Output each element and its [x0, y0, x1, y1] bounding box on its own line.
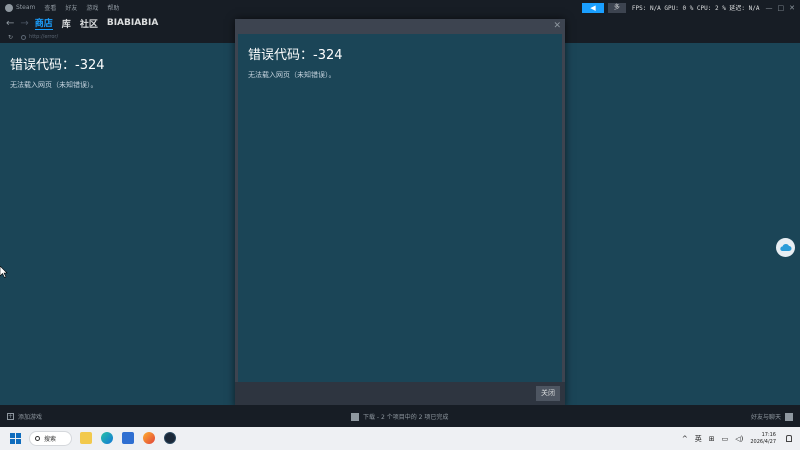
performance-overlay: FPS: N/A GPU: 0 % CPU: 2 % 延迟: N/A: [631, 5, 760, 12]
chat-icon: [785, 412, 793, 421]
add-game-label: 添加游戏: [18, 414, 43, 421]
menu-help[interactable]: 帮助: [107, 3, 119, 12]
dialog-error-title: 错误代码：-324: [248, 48, 343, 63]
dialog-content: 错误代码：-324 无法载入网页（未知错误）。: [238, 34, 562, 382]
firefox-icon[interactable]: [143, 432, 155, 444]
download-status-button[interactable]: 下载 - 2 个项目中的 2 项已完成: [351, 412, 448, 421]
minimize-button[interactable]: —: [766, 4, 773, 12]
steam-icon[interactable]: [164, 432, 176, 444]
show-hidden-icons-icon[interactable]: ^: [682, 435, 688, 443]
maximize-button[interactable]: □: [778, 4, 785, 12]
page-error: 错误代码：-324 无法载入网页（未知错误）。: [10, 54, 105, 90]
page-error-message: 无法载入网页（未知错误）。: [10, 81, 98, 89]
friends-status-button[interactable]: 多: [607, 2, 626, 13]
dialog-error-message: 无法载入网页（未知错误）。: [248, 71, 336, 79]
edge-icon[interactable]: [101, 432, 113, 444]
clock-time: 17:16: [761, 431, 776, 438]
windows-start-icon[interactable]: [10, 433, 21, 444]
menu-view[interactable]: 查看: [44, 3, 56, 12]
download-icon: [351, 412, 359, 421]
menu-games[interactable]: 游戏: [86, 3, 98, 12]
close-window-button[interactable]: ✕: [789, 4, 795, 12]
download-status-label: 下载 - 2 个项目中的 2 项已完成: [363, 414, 449, 421]
tab-store[interactable]: 商店: [34, 16, 53, 30]
tab-community[interactable]: 社区: [80, 17, 98, 30]
steam-menu-bar: Steam 查看 好友 游戏 帮助 ◀ 多 FPS: N/A GPU: 0 % …: [0, 0, 800, 15]
friends-chat-button[interactable]: 好友与聊天: [751, 412, 793, 421]
steam-logo-icon: [5, 3, 13, 12]
clock-date: 2026/4/27: [750, 438, 776, 445]
dialog-close-button[interactable]: 关闭: [536, 386, 560, 401]
notification-bell-icon[interactable]: [786, 435, 792, 442]
back-arrow-icon[interactable]: ←: [6, 18, 14, 29]
dialog-close-icon[interactable]: ✕: [553, 21, 561, 31]
taskbar-search-box[interactable]: 搜索: [29, 431, 72, 446]
menu-steam[interactable]: Steam: [16, 4, 35, 11]
mouse-cursor-icon: [0, 263, 8, 282]
search-label: 搜索: [44, 436, 57, 443]
file-explorer-icon[interactable]: [80, 432, 92, 444]
cloud-sync-icon[interactable]: [776, 238, 795, 257]
url-text: http://error/: [29, 34, 59, 40]
reload-icon[interactable]: ↻: [8, 34, 13, 41]
steam-bottom-bar: + 添加游戏 下载 - 2 个项目中的 2 项已完成 好友与聊天: [0, 405, 800, 427]
windows-taskbar: 搜索 ^ 英 ⊞ ▭ ◁) 17:16 2026/4/27: [0, 427, 800, 450]
announcement-button[interactable]: ◀: [581, 2, 604, 13]
system-tray: ^ 英 ⊞ ▭ ◁) 17:16 2026/4/27: [682, 427, 800, 450]
ime-language-indicator[interactable]: 英: [695, 434, 702, 444]
search-icon: [35, 436, 40, 441]
store-icon[interactable]: [122, 432, 134, 444]
plus-icon: +: [7, 413, 14, 420]
error-dialog: ✕ 错误代码：-324 无法载入网页（未知错误）。 关闭: [235, 19, 565, 408]
menu-friends[interactable]: 好友: [65, 3, 77, 12]
add-game-button[interactable]: + 添加游戏: [7, 412, 42, 421]
taskbar-clock[interactable]: 17:16 2026/4/27: [750, 432, 776, 446]
page-error-title: 错误代码：-324: [10, 58, 105, 73]
tab-profile[interactable]: BIABIABIA: [107, 18, 159, 28]
forward-arrow-icon[interactable]: →: [20, 18, 28, 29]
tab-library[interactable]: 库: [62, 17, 71, 30]
volume-icon[interactable]: ◁): [735, 435, 743, 443]
globe-icon: [21, 34, 27, 40]
ime-mode-icon[interactable]: ⊞: [709, 435, 715, 443]
friends-chat-label: 好友与聊天: [750, 414, 781, 421]
megaphone-icon: ◀: [590, 3, 596, 12]
network-icon[interactable]: ▭: [722, 435, 729, 443]
